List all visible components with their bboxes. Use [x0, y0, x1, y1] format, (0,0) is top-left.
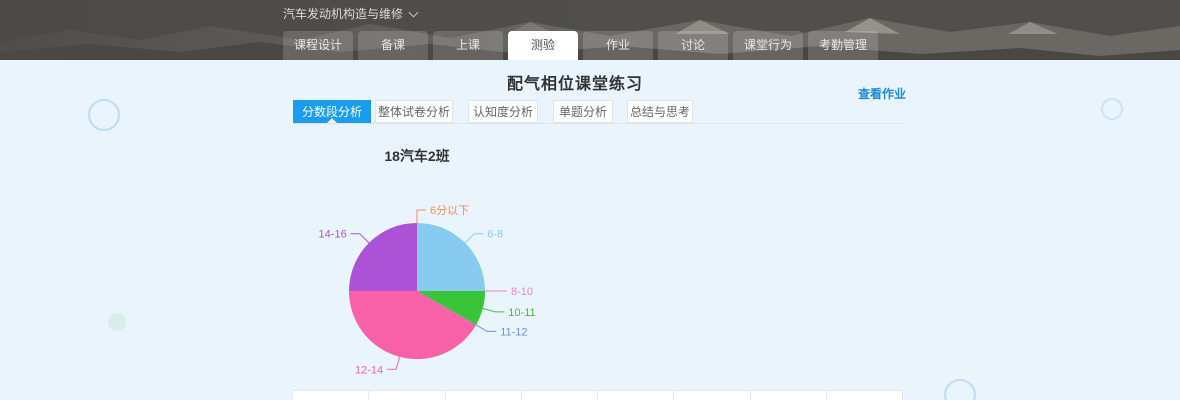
score-distribution-pie-chart: 6分以下 6-8 8-10 10-11 11-12 12-14 14-16: [285, 145, 565, 395]
course-selector[interactable]: 汽车发动机构造与维修: [283, 5, 417, 22]
decor-dot: [108, 313, 126, 331]
table-header-cell-3: [522, 390, 598, 400]
main-tab-6[interactable]: 课堂行为: [733, 31, 803, 60]
main-tab-5[interactable]: 讨论: [658, 31, 728, 60]
pie-label-line-12-14: [387, 357, 399, 370]
decor-circle: [944, 379, 976, 400]
table-header-cell-2: [446, 390, 522, 400]
pie-label-line-6-8: [465, 234, 483, 243]
analysis-tab-4[interactable]: 总结与思考: [627, 100, 693, 123]
pie-label-6分以下: 6分以下: [430, 204, 469, 217]
course-header: 汽车发动机构造与维修 课程设计备课上课测验作业讨论课堂行为考勤管理: [0, 0, 1180, 60]
analysis-tab-bar: 分数段分析整体试卷分析认知度分析单题分析总结与思考: [293, 100, 905, 124]
active-tab-notch: [327, 118, 337, 123]
main-tab-bar: 课程设计备课上课测验作业讨论课堂行为考勤管理: [283, 31, 878, 60]
pie-label-12-14: 12-14: [355, 364, 383, 376]
table-header-cell-7: [827, 390, 903, 400]
main-tab-0[interactable]: 课程设计: [283, 31, 353, 60]
table-header-cell-0: [292, 390, 369, 400]
main-tab-2[interactable]: 上课: [433, 31, 503, 60]
analysis-tab-1[interactable]: 整体试卷分析: [375, 100, 453, 123]
pie-label-6-8: 6-8: [487, 229, 503, 241]
decor-circle: [1101, 98, 1123, 120]
analysis-tab-3[interactable]: 单题分析: [553, 100, 613, 123]
pie-label-line-6分以下: [417, 210, 426, 223]
main-tab-4[interactable]: 作业: [583, 31, 653, 60]
table-header-cell-6: [751, 390, 827, 400]
pie-label-8-10: 8-10: [511, 286, 533, 298]
main-tab-7[interactable]: 考勤管理: [808, 31, 878, 60]
main-tab-3[interactable]: 测验: [508, 31, 578, 60]
course-selector-label: 汽车发动机构造与维修: [283, 7, 403, 21]
decor-circle: [88, 99, 120, 131]
table-header-cell-4: [598, 390, 674, 400]
page-title: 配气相位课堂练习: [290, 70, 860, 94]
table-header-cell-5: [674, 390, 750, 400]
pie-label-14-16: 14-16: [319, 229, 347, 241]
analysis-tab-2[interactable]: 认知度分析: [468, 100, 538, 123]
pie-label-line-11-12: [476, 325, 496, 332]
pie-label-line-10-11: [483, 309, 505, 312]
table-header-row: [292, 390, 903, 400]
main-tab-1[interactable]: 备课: [358, 31, 428, 60]
chevron-down-icon: [409, 8, 419, 18]
pie-label-10-11: 10-11: [508, 307, 535, 319]
page: 汽车发动机构造与维修 课程设计备课上课测验作业讨论课堂行为考勤管理 配气相位课堂…: [0, 0, 1180, 400]
table-header-cell-1: [369, 390, 445, 400]
analysis-tab-0[interactable]: 分数段分析: [293, 100, 371, 123]
pie-label-11-12: 11-12: [500, 326, 527, 338]
pie-label-line-14-16: [351, 234, 369, 243]
